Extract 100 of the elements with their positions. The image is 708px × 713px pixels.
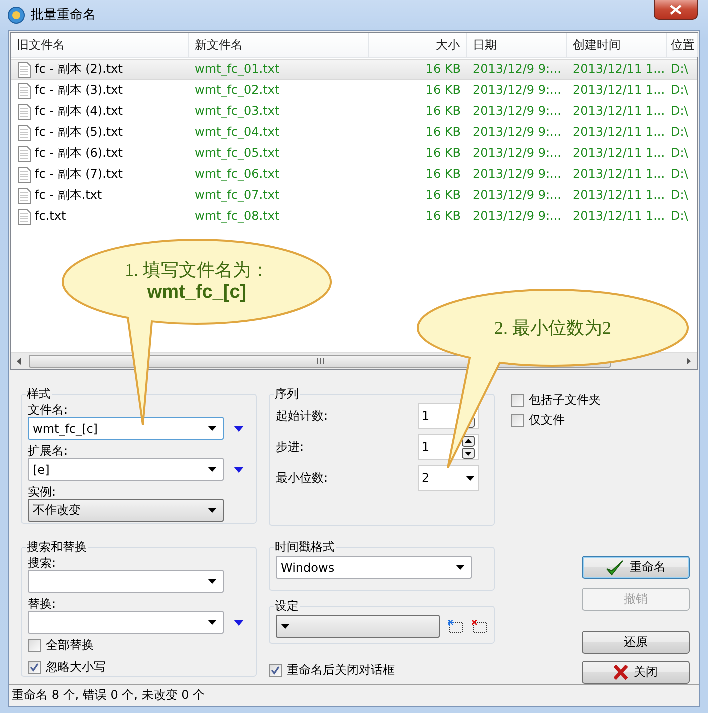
group-title: 搜索和替换 <box>26 539 88 556</box>
checkbox-label: 全部替换 <box>46 636 94 654</box>
dropdown-arrow-icon[interactable] <box>456 565 465 570</box>
table-cell: D:\ <box>671 146 688 160</box>
group-title: 样式 <box>26 386 52 404</box>
table-cell: wmt_fc_02.txt <box>195 83 280 97</box>
menu-arrow-icon[interactable] <box>234 426 244 432</box>
document-icon <box>18 146 31 162</box>
table-cell-text: fc - 副本 (7).txt <box>35 166 123 183</box>
column-header[interactable]: 创建时间 <box>567 33 667 57</box>
document-icon <box>18 166 31 182</box>
table-cell-text: fc - 副本 (6).txt <box>35 145 123 162</box>
field-label: 实例: <box>28 486 58 500</box>
table-cell: 2013/12/11 1... <box>573 104 666 118</box>
dropdown-arrow-icon[interactable] <box>208 579 217 584</box>
table-cell: wmt_fc_08.txt <box>195 209 280 223</box>
x-icon <box>614 665 628 680</box>
dropdown-arrow-icon[interactable] <box>208 620 217 626</box>
file-row[interactable]: fc - 副本.txt wmt_fc_07.txt 16 KB 2013/12/9 9:... 2013/12/11 1... D:\ <box>11 185 697 206</box>
table-cell: 16 KB <box>426 83 461 97</box>
dropdown-arrow-icon[interactable] <box>208 508 217 514</box>
file-row[interactable]: fc - 副本 (3).txt wmt_fc_02.txt 16 KB 2013/12/9 9:... 2013/12/11 1... D:\ <box>11 80 697 101</box>
extension-field[interactable]: [e] <box>28 458 224 482</box>
table-cell: D:\ <box>671 209 688 223</box>
group-title: 设定 <box>274 598 300 616</box>
scroll-left-icon[interactable] <box>17 358 21 365</box>
new-preset-icon[interactable] <box>448 620 464 634</box>
column-header[interactable]: 新文件名 <box>189 33 369 57</box>
table-cell: 16 KB <box>426 104 461 118</box>
table-cell: D:\ <box>671 83 688 97</box>
field-label: 起始计数: <box>276 408 330 425</box>
table-cell-text: fc - 副本 (3).txt <box>35 82 123 99</box>
file-row[interactable]: fc - 副本 (7).txt wmt_fc_06.txt 16 KB 2013/12/9 9:... 2013/12/11 1... D:\ <box>11 164 697 185</box>
column-header[interactable]: 位置 <box>667 33 698 57</box>
table-cell: D:\ <box>671 167 688 181</box>
filename-field[interactable]: wmt_fc_[c] <box>28 417 224 440</box>
digits-dropdown[interactable]: 2 <box>418 465 479 492</box>
field-label: 文件名: <box>28 404 70 418</box>
file-row[interactable]: fc - 副本 (6).txt wmt_fc_05.txt 16 KB 2013/12/9 9:... 2013/12/11 1... D:\ <box>11 143 697 164</box>
menu-arrow-icon[interactable] <box>234 620 244 626</box>
file-row[interactable]: fc - 副本 (5).txt wmt_fc_04.txt 16 KB 2013/12/9 9:... 2013/12/11 1... D:\ <box>11 122 697 143</box>
timestamp-dropdown[interactable]: Windows <box>276 556 472 580</box>
dialog-button[interactable]: 重命名 <box>582 556 690 580</box>
table-cell: wmt_fc_06.txt <box>195 167 280 181</box>
spin-buttons[interactable] <box>462 436 475 459</box>
table-cell: 2013/12/11 1... <box>573 62 666 76</box>
dialog-button[interactable]: 还原 <box>582 631 690 654</box>
checkbox-label: 重命名后关闭对话框 <box>287 662 395 679</box>
document-icon <box>18 104 31 120</box>
checkbox[interactable] <box>511 414 524 427</box>
group-title: 时间戳格式 <box>274 539 336 556</box>
menu-arrow-icon[interactable] <box>234 466 244 473</box>
app-icon <box>8 6 25 24</box>
field-label: 步进: <box>276 438 306 456</box>
table-cell-text: fc - 副本 (2).txt <box>35 61 123 78</box>
table-cell-text: fc.txt <box>35 208 66 225</box>
table-cell: 2013/12/9 9:... <box>473 104 562 118</box>
table-cell: 16 KB <box>426 62 461 76</box>
close-button[interactable] <box>654 0 698 20</box>
grip-icon <box>316 358 324 364</box>
checkmark-icon <box>606 560 624 576</box>
dropdown-arrow-icon[interactable] <box>466 476 475 481</box>
table-cell-text: fc - 副本.txt <box>35 187 102 204</box>
preset-dropdown[interactable] <box>276 615 440 638</box>
window-title: 批量重命名 <box>31 7 96 24</box>
checkbox[interactable] <box>511 394 524 407</box>
table-cell: 2013/12/9 9:... <box>473 146 562 160</box>
dropdown-arrow-icon[interactable] <box>281 624 290 630</box>
delete-preset-icon[interactable] <box>472 620 488 634</box>
table-cell: 2013/12/9 9:... <box>473 125 562 139</box>
table-cell: wmt_fc_03.txt <box>195 104 280 118</box>
table-cell: D:\ <box>671 188 688 202</box>
scroll-right-icon[interactable] <box>687 358 691 365</box>
table-cell: wmt_fc_01.txt <box>195 62 280 76</box>
dialog-button[interactable]: 关闭 <box>582 661 690 684</box>
search-field[interactable] <box>28 570 224 594</box>
table-cell: 2013/12/9 9:... <box>473 83 562 97</box>
field-label: 替换: <box>28 598 58 612</box>
dropdown-arrow-icon[interactable] <box>208 467 217 472</box>
column-header[interactable]: 大小 <box>369 33 467 57</box>
column-header[interactable]: 旧文件名 <box>11 33 189 57</box>
field-label: 搜索: <box>28 557 58 570</box>
table-cell: 2013/12/9 9:... <box>473 62 562 76</box>
close-icon <box>670 4 682 14</box>
replace-field[interactable] <box>28 611 224 634</box>
table-cell: 2013/12/11 1... <box>573 146 666 160</box>
checkbox[interactable] <box>28 660 41 674</box>
file-row[interactable]: fc - 副本 (4).txt wmt_fc_03.txt 16 KB 2013/12/9 9:... 2013/12/11 1... D:\ <box>11 101 697 122</box>
file-row[interactable]: fc.txt wmt_fc_08.txt 16 KB 2013/12/9 9:... 2013/12/11 1... D:\ <box>11 206 697 227</box>
checkbox-label: 忽略大小写 <box>46 658 106 676</box>
table-cell: 2013/12/11 1... <box>573 167 666 181</box>
field-label: 最小位数: <box>276 470 330 487</box>
column-header[interactable]: 日期 <box>467 33 567 57</box>
file-row[interactable]: fc - 副本 (2).txt wmt_fc_01.txt 16 KB 2013/12/9 9:... 2013/12/11 1... D:\ <box>11 59 697 80</box>
checkbox[interactable] <box>269 664 282 677</box>
checkbox[interactable] <box>28 638 41 652</box>
case-dropdown[interactable]: 不作改变 <box>28 499 224 522</box>
document-icon <box>18 62 31 78</box>
callout-text: 2. 最小位数为2 <box>494 317 612 340</box>
dropdown-arrow-icon[interactable] <box>208 426 217 432</box>
